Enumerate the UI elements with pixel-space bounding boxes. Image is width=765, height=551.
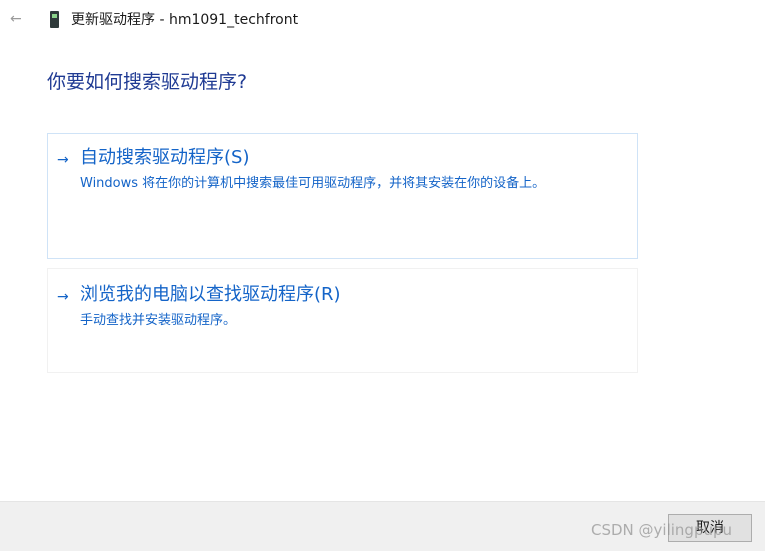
auto-search-option[interactable]: → 自动搜索驱动程序(S) Windows 将在你的计算机中搜索最佳可用驱动程序…: [47, 133, 638, 259]
browse-computer-option[interactable]: → 浏览我的电脑以查找驱动程序(R) 手动查找并安装驱动程序。: [47, 268, 638, 373]
window-title: 更新驱动程序 - hm1091_techfront: [71, 12, 299, 28]
back-arrow-icon[interactable]: ←: [10, 8, 22, 30]
footer-bar: 取消: [0, 501, 765, 551]
page-heading: 你要如何搜索驱动程序?: [47, 71, 248, 93]
arrow-right-icon: →: [57, 152, 69, 168]
update-driver-window: ← 更新驱动程序 - hm1091_techfront 你要如何搜索驱动程序? …: [0, 0, 765, 551]
arrow-right-icon: →: [57, 289, 69, 305]
option-description: 手动查找并安装驱动程序。: [80, 313, 237, 328]
device-icon: [50, 11, 59, 28]
cancel-button[interactable]: 取消: [668, 514, 752, 542]
option-title: 浏览我的电脑以查找驱动程序(R): [80, 284, 341, 305]
device-led-icon: [52, 14, 57, 18]
option-description: Windows 将在你的计算机中搜索最佳可用驱动程序，并将其安装在你的设备上。: [80, 176, 546, 191]
option-title: 自动搜索驱动程序(S): [80, 147, 250, 168]
